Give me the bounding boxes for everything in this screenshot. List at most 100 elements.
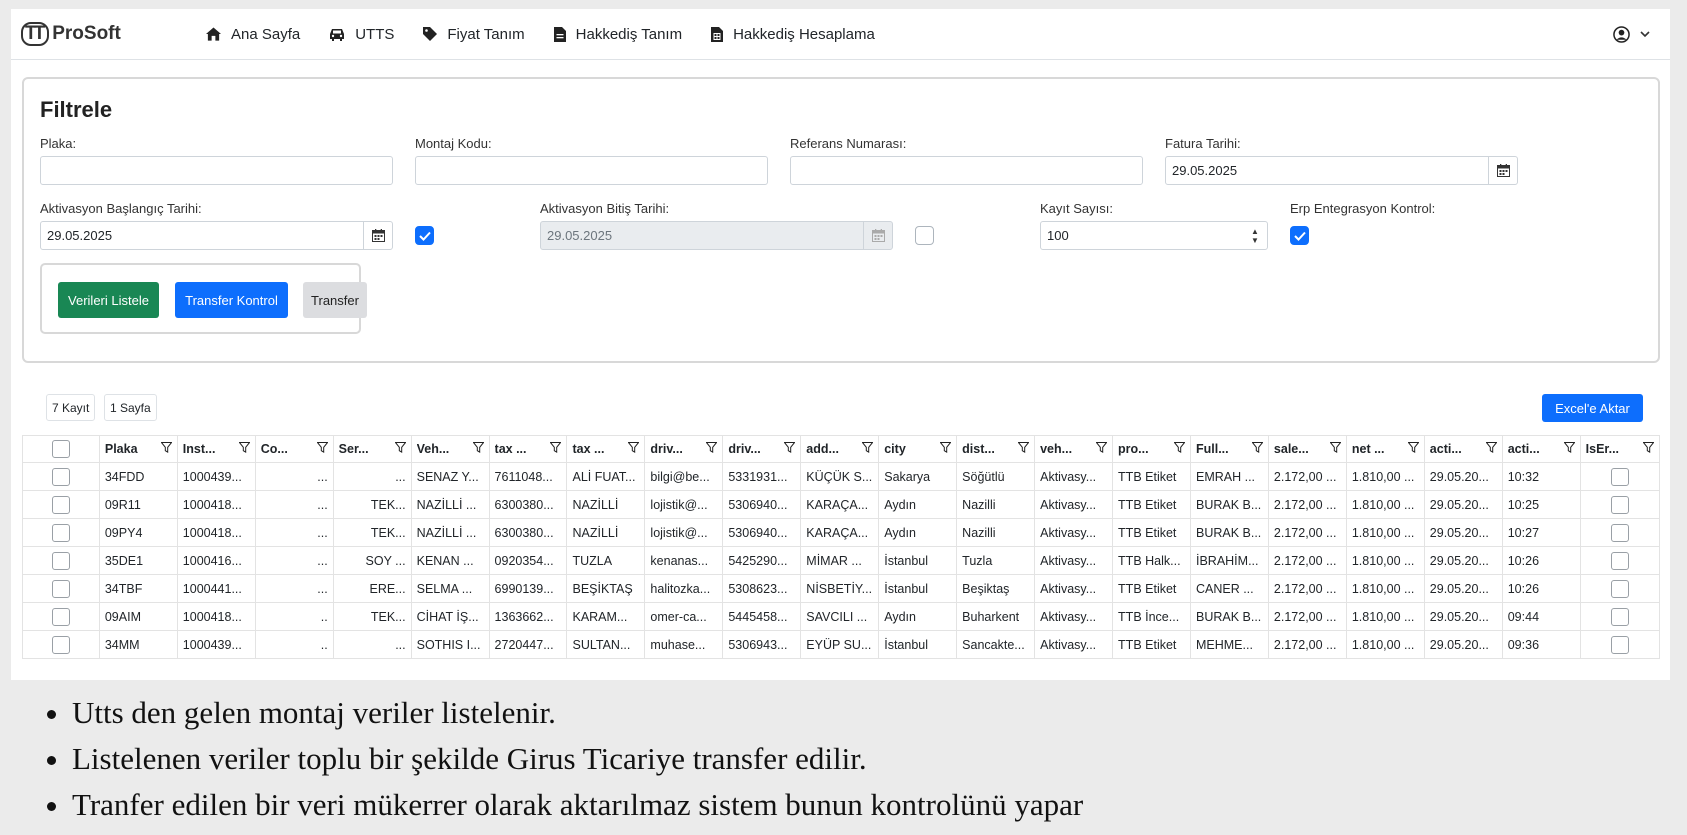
column-header[interactable]: Veh... [410,435,490,463]
filter-icon[interactable] [706,442,718,456]
table-row[interactable]: 09AIM 1000418..... TEK... CİHAT İŞ... 136366… [22,602,1661,631]
column-header[interactable]: veh... [1034,435,1114,463]
nav-item-ana-sayfa[interactable]: Ana Sayfa [206,26,300,43]
filter-icon[interactable] [1563,442,1575,456]
montaj-kodu-input[interactable] [415,156,768,185]
column-header[interactable]: acti... [1501,435,1581,463]
calendar-icon[interactable] [363,222,392,249]
column-header[interactable]: add... [800,435,880,463]
filter-icon[interactable] [784,442,796,456]
filter-icon[interactable] [472,442,484,456]
table-row[interactable]: 35DE1 1000416...... SOY ... KENAN ... 092035… [22,546,1661,575]
nav-item-hakkedis-tanim[interactable]: Hakkediş Tanım [553,26,682,43]
calendar-icon[interactable] [1488,157,1517,184]
aktivasyon-bitis-checkbox[interactable] [915,226,934,245]
filter-icon[interactable] [550,442,562,456]
referans-numarasi-label: Referans Numarası: [790,136,907,151]
column-header[interactable]: Plaka [98,435,178,463]
table-row[interactable]: 09PY4 1000418...... TEK... NAZİLLİ ... 63003… [22,518,1661,547]
table-cell: 29.05.20... [1423,630,1503,659]
user-menu[interactable] [1613,25,1660,43]
table-row[interactable]: 34FDD 1000439......... SENAZ Y... 7611048..… [22,462,1661,491]
filter-icon[interactable] [1173,442,1185,456]
filter-icon[interactable] [1251,442,1263,456]
filter-icon[interactable] [1329,442,1341,456]
is-erp-checkbox[interactable] [1610,579,1629,598]
filter-icon[interactable] [160,442,172,456]
filter-icon[interactable] [1643,442,1654,456]
column-header[interactable]: acti... [1423,435,1503,463]
aktivasyon-baslangic-checkbox[interactable] [415,226,434,245]
table-row[interactable]: 34MM 1000439........ SOTHIS I... 2720447...… [22,630,1661,659]
home-icon [206,27,221,41]
kayit-sayisi-input[interactable]: 100 ▲ ▼ [1040,221,1268,250]
table-cell: 10:25 [1501,490,1581,519]
transfer-button[interactable]: Transfer [303,282,367,318]
filter-icon[interactable] [316,442,328,456]
row-select-checkbox[interactable] [51,635,70,654]
column-header[interactable]: net ... [1345,435,1425,463]
filter-icon[interactable] [940,442,952,456]
is-erp-checkbox[interactable] [1610,635,1629,654]
file-icon [553,26,566,42]
column-header[interactable]: tax ... [566,435,646,463]
filter-icon[interactable] [1485,442,1497,456]
column-header[interactable]: Full... [1189,435,1269,463]
column-header-label: tax ... [572,442,605,456]
row-select-checkbox[interactable] [51,607,70,626]
column-header[interactable]: tax ... [488,435,568,463]
is-erp-checkbox[interactable] [1610,551,1629,570]
table-cell: 1.810,00 ... [1345,462,1425,491]
row-select-checkbox[interactable] [51,495,70,514]
referans-numarasi-input[interactable] [790,156,1143,185]
column-header[interactable]: Co... [254,435,334,463]
is-erp-checkbox[interactable] [1610,523,1629,542]
plaka-input[interactable] [40,156,393,185]
nav-item-label: Fiyat Tanım [447,25,525,43]
column-header[interactable]: Ser... [332,435,412,463]
row-select-checkbox[interactable] [51,551,70,570]
verileri-listele-button[interactable]: Verileri Listele [58,282,159,318]
is-erp-checkbox[interactable] [1610,607,1629,626]
column-header[interactable]: driv... [722,435,802,463]
row-select-checkbox[interactable] [51,523,70,542]
table-cell: KARAM... [566,602,646,631]
column-header[interactable]: Inst... [176,435,256,463]
table-cell: EYÜP SU... [800,630,880,659]
column-header[interactable]: sale... [1267,435,1347,463]
note-item: Tranfer edilen bir veri mükerrer olarak … [72,782,1083,828]
table-cell: TUZLA [566,546,646,575]
column-header[interactable]: IsEr... [1579,435,1661,463]
table-row[interactable]: 09R11 1000418...... TEK... NAZİLLİ ... 63003… [22,490,1661,519]
column-header[interactable]: driv... [644,435,724,463]
check-icon [418,231,431,241]
is-erp-checkbox[interactable] [1610,495,1629,514]
filter-icon[interactable] [394,442,406,456]
filter-icon[interactable] [238,442,250,456]
nav-item-utts[interactable]: UTTS [329,26,394,43]
filter-icon[interactable] [862,442,874,456]
nav-item-hakkedis-hesaplama[interactable]: Hakkediş Hesaplama [711,26,875,43]
filter-icon[interactable] [1096,442,1108,456]
erp-entegrasyon-checkbox[interactable] [1290,226,1309,245]
column-header[interactable]: dist... [956,435,1036,463]
row-select-checkbox[interactable] [51,467,70,486]
nav-item-fiyat-tanim[interactable]: Fiyat Tanım [423,25,525,43]
excel-export-button[interactable]: Excel'e Aktar [1542,394,1643,422]
aktivasyon-baslangic-input[interactable]: 29.05.2025 [40,221,393,250]
column-header-label: dist... [962,442,995,456]
fatura-tarihi-value: 29.05.2025 [1172,163,1238,178]
is-erp-checkbox[interactable] [1610,467,1629,486]
filter-icon[interactable] [1018,442,1030,456]
column-header[interactable]: city [878,435,958,463]
filter-icon[interactable] [628,442,640,456]
table-row[interactable]: 34TBF 1000441...... ERE... SELMA ... 6990139… [22,574,1661,603]
fatura-tarihi-input[interactable]: 29.05.2025 [1165,156,1518,185]
logo[interactable]: TT ProSoft [21,16,177,52]
number-stepper[interactable]: ▲ ▼ [1243,222,1267,249]
column-header[interactable]: pro... [1112,435,1191,463]
filter-icon[interactable] [1407,442,1419,456]
row-select-checkbox[interactable] [51,579,70,598]
transfer-kontrol-button[interactable]: Transfer Kontrol [175,282,288,318]
select-all-checkbox[interactable] [51,440,70,458]
